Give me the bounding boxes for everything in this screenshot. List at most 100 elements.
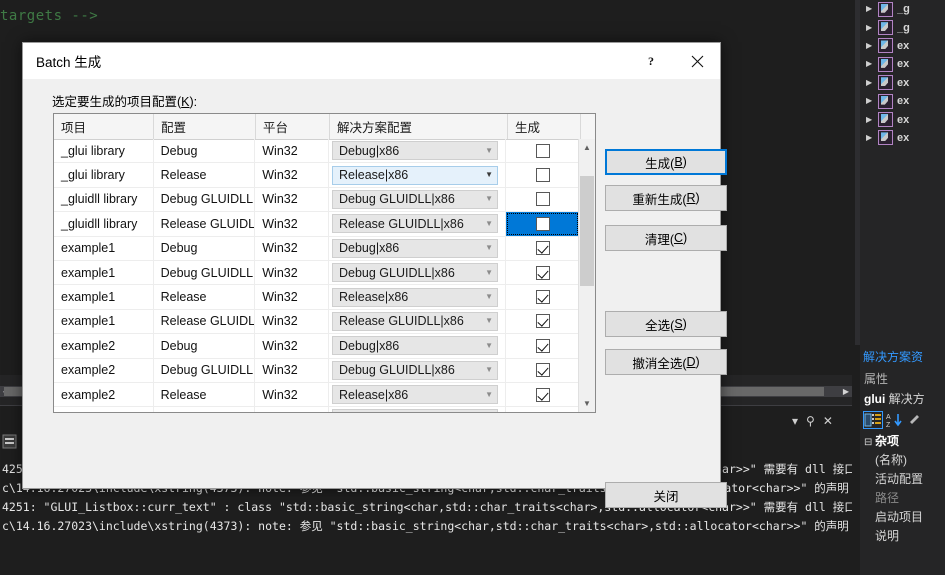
grid-column-header[interactable]: 生成 [508, 114, 581, 139]
pin-icon[interactable]: ⚲ [806, 414, 815, 428]
cell-solution-configuration[interactable]: Debug GLUIDLL|x86 ▼ [329, 358, 507, 382]
chevron-down-icon[interactable]: ▼ [482, 317, 493, 325]
solution-explorer-item[interactable]: ▶ ex [860, 129, 945, 147]
build-checkbox[interactable] [535, 290, 550, 305]
grid-column-header[interactable]: 项目 [54, 114, 154, 139]
cell-solution-configuration[interactable]: Debug|x86 ▼ [329, 334, 507, 358]
build-checkbox[interactable] [535, 192, 550, 207]
solution-explorer-item[interactable]: ▶ ex [860, 74, 945, 92]
properties-toolbar[interactable]: A Z [860, 409, 945, 431]
table-row[interactable]: example2 Release Win32 Release|x86 ▼ [54, 382, 579, 408]
help-button[interactable]: ? [630, 43, 675, 79]
solution-config-dropdown[interactable]: Release GLUIDLL|x86▼ [331, 409, 498, 412]
cell-build[interactable] [506, 188, 579, 211]
cell-solution-configuration[interactable]: Release|x86 ▼ [329, 163, 507, 187]
build-checkbox[interactable] [535, 168, 550, 183]
solution-explorer-tree[interactable]: ▶ _g ▶ _g ▶ ex ▶ ex ▶ ex ▶ ex ▶ ex ▶ ex [860, 0, 945, 345]
scroll-up-icon[interactable]: ▲ [579, 139, 595, 156]
table-row[interactable]: _gluidll library Debug GLUIDLL Win32 Debug … [54, 187, 579, 213]
solution-config-dropdown[interactable]: Debug|x86 ▼ [331, 336, 498, 356]
scroll-right-icon[interactable]: ▶ [840, 386, 852, 397]
deselect-all-button[interactable]: 撤消全选(D) [605, 349, 727, 375]
cell-build[interactable] [506, 139, 579, 162]
close-button[interactable] [675, 43, 720, 79]
chevron-down-icon[interactable]: ▼ [482, 293, 493, 301]
build-checkbox[interactable] [535, 314, 550, 329]
property-row[interactable]: 活动配置 [860, 469, 945, 488]
table-row[interactable]: _glui library Debug Win32 Debug|x86 ▼ [54, 139, 579, 164]
solution-config-dropdown[interactable]: Release|x86 ▼ [331, 287, 498, 307]
property-row[interactable]: 启动项目 [860, 507, 945, 526]
cell-solution-configuration[interactable]: Release|x86 ▼ [329, 285, 507, 309]
cell-solution-configuration[interactable]: Release|x86 ▼ [329, 382, 507, 407]
grid-column-header[interactable]: 平台 [256, 114, 330, 139]
solution-config-dropdown[interactable]: Release GLUIDLL|x86▼ [331, 214, 498, 234]
cell-build[interactable] [506, 334, 579, 357]
chevron-right-icon[interactable]: ▶ [866, 60, 877, 68]
build-button[interactable]: 生成(B) [605, 149, 727, 175]
build-checkbox[interactable] [535, 363, 550, 378]
property-pages-icon[interactable] [908, 412, 926, 428]
solution-config-dropdown[interactable]: Debug GLUIDLL|x86 ▼ [331, 189, 498, 209]
cell-build[interactable] [506, 383, 579, 406]
solution-config-dropdown[interactable]: Debug|x86 ▼ [331, 141, 498, 161]
table-row[interactable]: example1 Release Win32 Release|x86 ▼ [54, 285, 579, 310]
chevron-down-icon[interactable]: ▼ [482, 390, 493, 399]
cell-solution-configuration[interactable]: Debug GLUIDLL|x86 ▼ [329, 260, 507, 285]
cell-solution-configuration[interactable]: Debug GLUIDLL|x86 ▼ [329, 187, 507, 212]
chevron-right-icon[interactable]: ▶ [866, 23, 877, 32]
cell-build[interactable] [506, 310, 579, 333]
table-row[interactable]: example2Release GLUIDLLWin32Release GLUI… [54, 407, 579, 412]
table-row[interactable]: example1 Debug GLUIDLL Win32 Debug GLUIDLL|… [54, 260, 579, 286]
cell-solution-configuration[interactable]: Debug|x86 ▼ [329, 236, 507, 260]
solution-explorer-item[interactable]: ▶ _g [860, 18, 945, 36]
chevron-down-icon[interactable]: ▼ [482, 195, 493, 203]
cell-build[interactable] [506, 163, 579, 186]
solution-config-dropdown[interactable]: Release GLUIDLL|x86▼ [331, 311, 498, 331]
solution-config-dropdown[interactable]: Debug GLUIDLL|x86 ▼ [331, 360, 498, 380]
solution-explorer-tab[interactable]: 解决方案资 [860, 345, 945, 367]
categorized-view-icon[interactable] [863, 411, 883, 429]
solution-config-dropdown[interactable]: Release|x86 ▼ [331, 165, 498, 185]
grid-vertical-scrollbar[interactable]: ▲ ▼ [578, 139, 595, 412]
chevron-down-icon[interactable]: ▼ [482, 244, 493, 252]
build-checkbox[interactable] [535, 338, 550, 353]
cell-build[interactable] [506, 407, 579, 412]
build-checkbox[interactable] [535, 143, 550, 158]
rebuild-button[interactable]: 重新生成(R) [605, 185, 727, 211]
build-checkbox[interactable] [535, 265, 550, 280]
chevron-down-icon[interactable]: ▼ [482, 341, 493, 350]
table-row[interactable]: example2 Debug GLUIDLL Win32 Debug GLUIDLL|… [54, 358, 579, 383]
chevron-right-icon[interactable]: ▶ [866, 115, 877, 124]
solution-explorer-item[interactable]: ▶ ex [860, 110, 945, 128]
scrollbar-thumb[interactable] [580, 176, 594, 286]
solution-config-dropdown[interactable]: Release|x86 ▼ [331, 385, 498, 405]
solution-explorer-item[interactable]: ▶ ex [860, 55, 945, 73]
dialog-title-bar[interactable]: Batch 生成 ? [23, 43, 720, 79]
alphabetical-sort-icon[interactable]: A Z [886, 412, 904, 429]
cell-solution-configuration[interactable]: Release GLUIDLL|x86 ▼ [329, 309, 507, 334]
table-row[interactable]: _gluidll library Release GLUIDLL Win32 Rele… [54, 212, 579, 237]
build-checkbox[interactable] [535, 216, 550, 231]
clean-button[interactable]: 清理(C) [605, 225, 727, 251]
chevron-down-icon[interactable]: ▼ [482, 268, 493, 277]
table-row[interactable]: _glui library Release Win32 Release|x86 ▼ [54, 163, 579, 188]
grid-body[interactable]: _glui library Debug Win32 Debug|x86 ▼ _glui l… [54, 139, 579, 412]
chevron-right-icon[interactable]: ▶ [866, 41, 877, 50]
solution-config-dropdown[interactable]: Debug|x86 ▼ [331, 238, 498, 258]
cell-solution-configuration[interactable]: Debug|x86 ▼ [329, 139, 507, 163]
expander-icon[interactable]: ⊟ [864, 437, 875, 448]
table-row[interactable]: example2 Debug Win32 Debug|x86 ▼ [54, 334, 579, 359]
build-checkbox[interactable] [535, 241, 550, 256]
cell-build[interactable] [506, 237, 579, 260]
chevron-down-icon[interactable]: ▼ [482, 171, 493, 179]
dialog-title-buttons[interactable]: ? [630, 43, 720, 79]
table-row[interactable]: example1 Debug Win32 Debug|x86 ▼ [54, 236, 579, 261]
close-icon[interactable]: ✕ [823, 414, 833, 428]
build-checkbox[interactable] [535, 387, 550, 402]
chevron-right-icon[interactable]: ▶ [866, 97, 877, 105]
solution-explorer-item[interactable]: ▶ ex [860, 37, 945, 55]
chevron-right-icon[interactable]: ▶ [866, 5, 877, 13]
solution-explorer-item[interactable]: ▶ _g [860, 0, 945, 18]
chevron-down-icon[interactable]: ▼ [482, 366, 493, 374]
